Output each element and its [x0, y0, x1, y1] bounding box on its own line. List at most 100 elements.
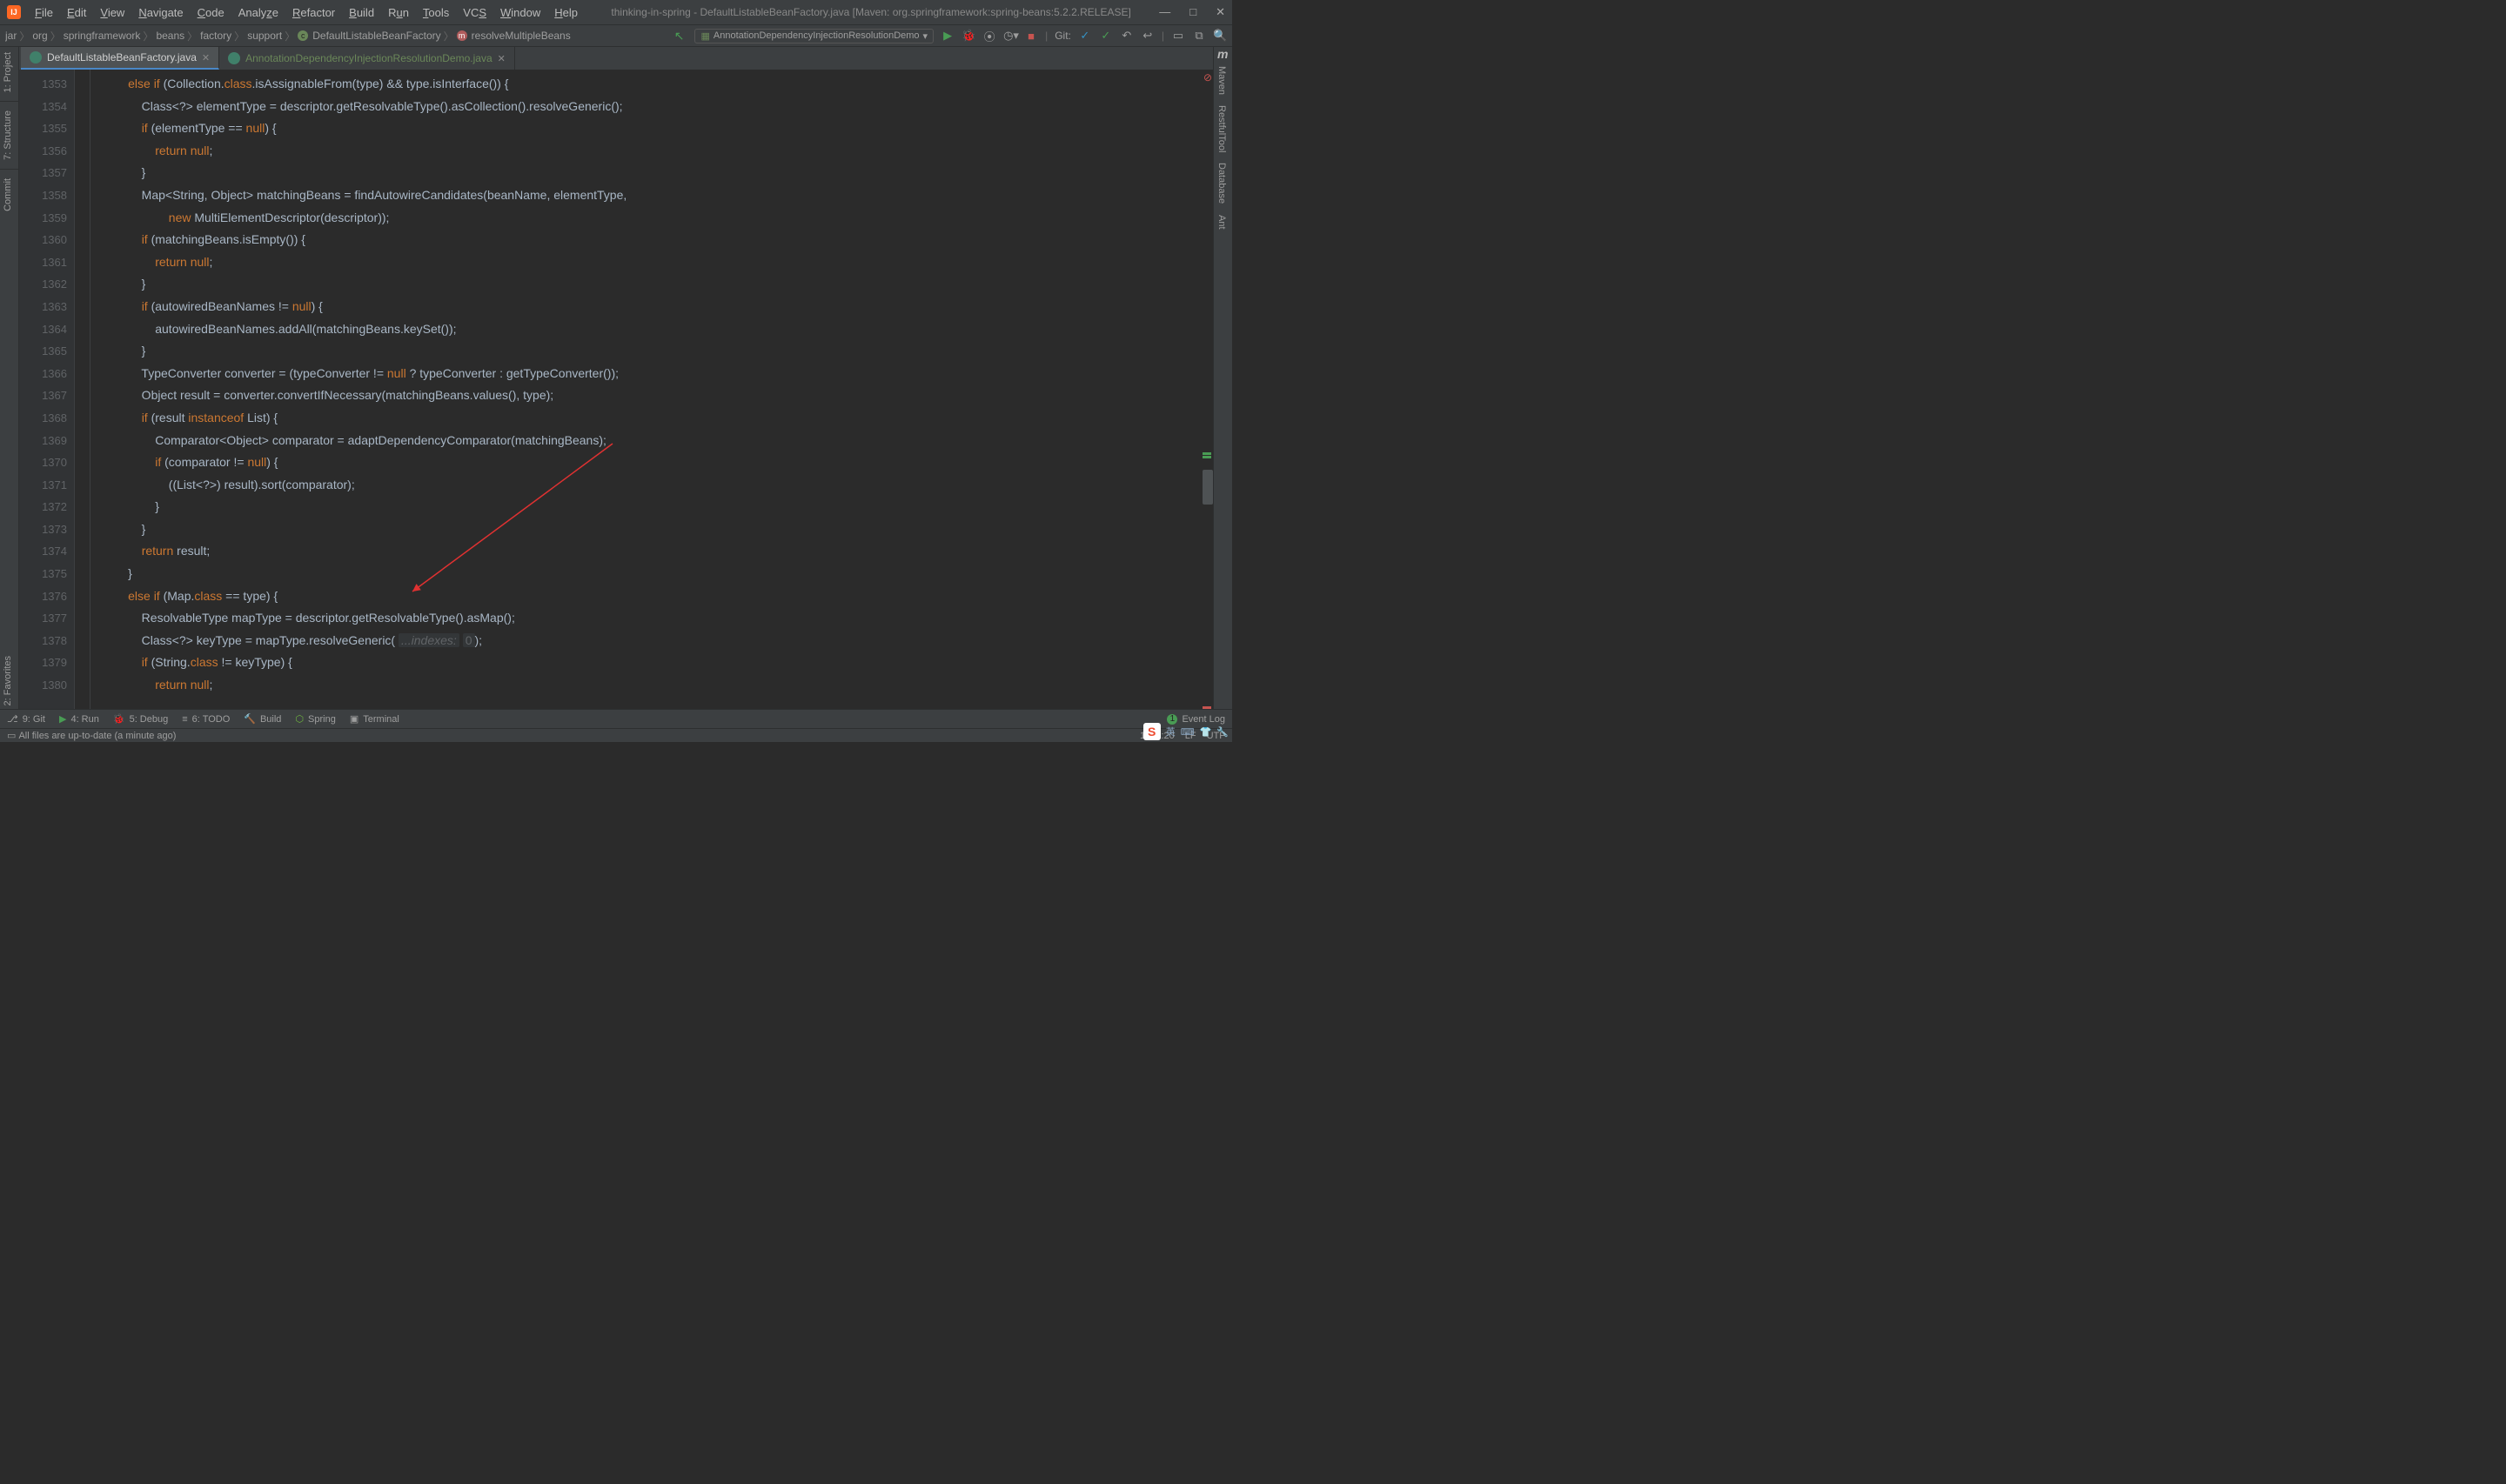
run-config-icon: ▦ — [700, 30, 709, 42]
menu-analyze[interactable]: Analyze — [233, 4, 284, 21]
method-icon: m — [457, 30, 467, 41]
status-bar: ▭ All files are up-to-date (a minute ago… — [0, 728, 1232, 742]
tool-run[interactable]: ▶4: Run — [59, 713, 99, 725]
crumb-class[interactable]: DefaultListableBeanFactory — [312, 30, 440, 42]
terminal-icon: ▣ — [350, 713, 358, 725]
marker[interactable] — [1203, 456, 1211, 458]
tool-structure[interactable]: 7: Structure — [0, 105, 16, 165]
crumb-springframework[interactable]: springframework — [64, 30, 141, 42]
branch-icon: ⎇ — [7, 713, 18, 725]
ime-key-icon[interactable]: ⌨ — [1181, 726, 1195, 738]
inspection-warning-icon[interactable]: ⊘ — [1203, 71, 1212, 84]
menu-build[interactable]: Build — [344, 4, 379, 21]
tool-database[interactable]: Database — [1214, 157, 1230, 209]
ime-tool-icon[interactable]: 🔧 — [1216, 726, 1229, 738]
left-tool-strip: 1: Project 7: Structure Commit 2: Favori… — [0, 47, 19, 716]
crumb-org[interactable]: org — [32, 30, 47, 42]
profile-button-icon[interactable]: ◷▾ — [1003, 29, 1017, 43]
tool-debug[interactable]: 🐞5: Debug — [113, 713, 168, 725]
project-structure-icon[interactable]: ▭ — [1171, 29, 1185, 43]
java-file-icon — [228, 52, 240, 64]
bug-icon: 🐞 — [113, 713, 125, 725]
code-area[interactable]: else if (Collection.class.isAssignableFr… — [90, 70, 1201, 716]
ide-logo-icon: IJ — [7, 5, 21, 19]
navigation-bar: jar〉 org〉 springframework〉 beans〉 factor… — [0, 24, 1232, 47]
hammer-icon: 🔨 — [244, 713, 256, 725]
spring-icon: ⬡ — [295, 713, 304, 725]
debug-button-icon[interactable]: 🐞 — [962, 29, 975, 43]
status-icon: ▭ — [7, 730, 16, 741]
menu-window[interactable]: Window — [495, 4, 546, 21]
git-history-icon[interactable]: ↶ — [1120, 29, 1134, 43]
ide-settings-icon[interactable]: ⧉ — [1192, 29, 1206, 43]
menu-edit[interactable]: Edit — [62, 4, 91, 21]
close-tab-icon[interactable]: ✕ — [202, 52, 210, 64]
tab-annotation-demo[interactable]: AnnotationDependencyInjectionResolutionD… — [219, 47, 515, 70]
run-config-name: AnnotationDependencyInjectionResolutionD… — [714, 30, 920, 41]
class-icon: c — [298, 30, 308, 41]
stop-button-icon[interactable]: ■ — [1024, 30, 1038, 43]
line-number-gutter: 1353135413551356135713581359136013611362… — [19, 70, 75, 716]
crumb-jar[interactable]: jar — [5, 30, 17, 42]
crumb-support[interactable]: support — [247, 30, 282, 42]
git-commit-icon[interactable]: ✓ — [1099, 29, 1113, 43]
tab-default-listable-bean-factory[interactable]: DefaultListableBeanFactory.java ✕ — [21, 47, 219, 70]
tool-build[interactable]: 🔨Build — [244, 713, 281, 725]
right-tool-strip: m Maven RestfulTool Database Ant — [1213, 47, 1232, 716]
close-button[interactable]: ✕ — [1216, 5, 1225, 19]
maven-logo-icon: m — [1214, 45, 1231, 63]
play-icon: ▶ — [59, 713, 66, 725]
minimize-button[interactable]: — — [1159, 5, 1170, 19]
tab-label: AnnotationDependencyInjectionResolutionD… — [245, 52, 492, 64]
tool-spring[interactable]: ⬡Spring — [295, 713, 335, 725]
bottom-tool-bar: ⎇9: Git ▶4: Run 🐞5: Debug ≡6: TODO 🔨Buil… — [0, 709, 1232, 728]
breadcrumbs: jar〉 org〉 springframework〉 beans〉 factor… — [5, 29, 571, 43]
scrollbar-thumb[interactable] — [1203, 470, 1213, 505]
menu-run[interactable]: Run — [383, 4, 414, 21]
editor-tabs: DefaultListableBeanFactory.java ✕ Annota… — [0, 47, 1232, 70]
crumb-method[interactable]: resolveMultipleBeans — [472, 30, 571, 42]
menu-view[interactable]: View — [95, 4, 130, 21]
ime-lang-icon[interactable]: 英 — [1166, 725, 1176, 739]
window-title: thinking-in-spring - DefaultListableBean… — [583, 6, 1159, 18]
git-label: Git: — [1055, 30, 1071, 42]
fold-column[interactable] — [75, 70, 90, 716]
java-file-icon — [30, 51, 42, 64]
dropdown-icon: ▾ — [923, 30, 928, 42]
search-everywhere-icon[interactable]: 🔍 — [1213, 29, 1227, 43]
crumb-factory[interactable]: factory — [200, 30, 231, 42]
coverage-button-icon[interactable]: ⦿ — [982, 28, 996, 44]
menu-file[interactable]: File — [30, 4, 58, 21]
nav-back-icon[interactable]: ↖ — [674, 29, 685, 43]
main-menu: File Edit View Navigate Code Analyze Ref… — [30, 4, 583, 21]
tool-ant[interactable]: Ant — [1214, 210, 1230, 235]
tool-maven[interactable]: Maven — [1214, 61, 1230, 100]
run-configuration-selector[interactable]: ▦ AnnotationDependencyInjectionResolutio… — [694, 29, 934, 43]
menu-code[interactable]: Code — [192, 4, 230, 21]
menu-navigate[interactable]: Navigate — [133, 4, 188, 21]
tool-todo[interactable]: ≡6: TODO — [182, 714, 230, 725]
todo-icon: ≡ — [182, 714, 187, 725]
tool-commit[interactable]: Commit — [0, 173, 16, 217]
marker[interactable] — [1203, 452, 1211, 455]
menu-help[interactable]: Help — [549, 4, 583, 21]
maximize-button[interactable]: □ — [1189, 5, 1196, 19]
tool-terminal[interactable]: ▣Terminal — [350, 713, 399, 725]
tool-restful[interactable]: RestfulTool — [1214, 100, 1230, 157]
tab-label: DefaultListableBeanFactory.java — [47, 51, 197, 64]
run-button-icon[interactable]: ▶ — [941, 29, 955, 43]
tool-favorites[interactable]: 2: Favorites — [0, 651, 16, 711]
close-tab-icon[interactable]: ✕ — [498, 53, 506, 64]
menu-refactor[interactable]: Refactor — [287, 4, 340, 21]
crumb-beans[interactable]: beans — [156, 30, 184, 42]
tool-git[interactable]: ⎇9: Git — [7, 713, 45, 725]
error-stripe[interactable]: ⊘ — [1201, 70, 1213, 716]
code-editor[interactable]: 1353135413551356135713581359136013611362… — [19, 70, 1213, 716]
tool-project[interactable]: 1: Project — [0, 47, 16, 97]
sogou-ime-icon[interactable]: S — [1143, 723, 1161, 740]
menu-vcs[interactable]: VCS — [458, 4, 492, 21]
menu-tools[interactable]: Tools — [418, 4, 454, 21]
ime-skin-icon[interactable]: 👕 — [1200, 726, 1212, 738]
git-update-icon[interactable]: ✓ — [1078, 29, 1092, 43]
git-revert-icon[interactable]: ↩ — [1141, 29, 1155, 43]
